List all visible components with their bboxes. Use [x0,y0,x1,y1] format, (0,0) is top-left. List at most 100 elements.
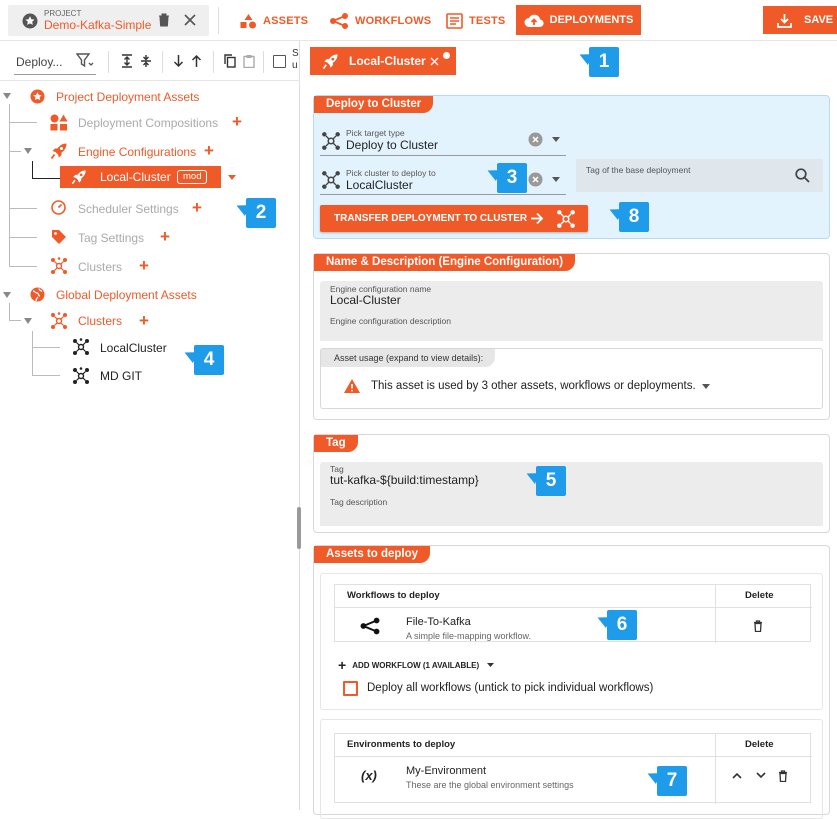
move-down-icon[interactable] [756,772,766,779]
project-section-label[interactable]: Project Deployment Assets [56,90,199,104]
transfer-button-label: TRANSFER DEPLOYMENT TO CLUSTER [334,213,528,224]
project-star-icon [30,89,45,104]
filter-select[interactable]: Deploy... [14,51,96,75]
cluster-icon [51,257,67,274]
assets-panel-title: Assets to deploy [314,546,431,563]
local-cluster-label: Local-Cluster [100,170,171,184]
plus-icon: + [338,657,347,673]
tag-desc-label: Tag description [330,497,388,507]
tree-line [9,104,10,266]
search-icon[interactable] [795,168,810,183]
filter-icon[interactable] [76,53,94,69]
show-checkbox[interactable] [273,55,286,68]
nav-assets-label: ASSETS [263,15,309,27]
nav-tests[interactable]: TESTS [446,9,505,33]
tree-line [9,237,37,238]
config-desc-label: Engine configuration description [330,316,451,326]
global-section-label[interactable]: Global Deployment Assets [56,288,197,302]
sidebar-item-local-cluster[interactable]: Local-Cluster mod [60,166,221,188]
workflow-icon [360,617,380,635]
arrow-down-icon[interactable] [173,54,184,68]
delete-icon[interactable] [753,620,763,632]
cluster-icon [322,171,340,189]
caret-down-icon[interactable] [3,292,11,298]
workflows-section: Workflows to deploy Delete File-To-Kafka… [320,573,823,710]
workflow-name: File-To-Kafka [406,616,471,628]
sidebar-item-global-clusters[interactable]: Clusters [78,314,122,328]
cluster-icon [73,338,89,355]
target-type-select[interactable]: Pick target type Deploy to Cluster [320,124,566,156]
callout-8: 8 [619,202,649,232]
paste-icon[interactable] [243,54,255,68]
sidebar-item-md-git[interactable]: MD GIT [100,369,142,383]
nav-deployments-label: DEPLOYMENTS [549,14,634,26]
add-tag-button[interactable]: + [160,228,170,245]
project-caption: PROJECT [44,9,82,18]
add-composition-button[interactable]: + [232,113,242,130]
editor-tab[interactable]: Local-Cluster [310,47,456,75]
add-engine-config-button[interactable]: + [204,142,214,159]
nav-assets[interactable]: ASSETS [240,9,308,33]
tag-field[interactable]: Tag tut-kafka-${build:timestamp} Tag des… [320,462,823,526]
asset-usage-box[interactable]: Asset usage (expand to view details): Th… [320,348,823,409]
caret-down-icon[interactable] [24,318,32,324]
dropdown-arrow-icon [487,663,495,667]
trash-icon[interactable] [158,13,170,27]
cluster-icon [557,210,575,228]
nav-workflows-label: WORKFLOWS [355,15,432,27]
toolbar-divider [108,51,109,73]
delete-icon[interactable] [778,770,788,782]
expand-all-icon[interactable] [121,54,133,68]
nav-workflows[interactable]: WORKFLOWS [329,9,431,33]
config-name-field[interactable]: Engine configuration name Local-Cluster … [320,281,823,341]
tag-panel-title: Tag [314,435,358,452]
project-star-icon [22,13,38,29]
compositions-icon [50,114,68,131]
workflow-row[interactable]: File-To-Kafka A simple file-mapping work… [335,608,715,643]
add-workflow-button[interactable]: + ADD WORKFLOW (1 AVAILABLE) [338,657,495,673]
sidebar-item-localcluster[interactable]: LocalCluster [100,341,167,355]
close-icon[interactable] [430,57,439,66]
close-icon[interactable] [184,14,196,26]
caret-down-icon[interactable] [228,175,236,180]
deploy-all-checkbox[interactable] [343,681,358,696]
warning-icon [344,379,360,393]
caret-down-icon[interactable] [3,93,11,99]
cluster-icon [322,132,340,150]
sidebar-item-tag-settings[interactable]: Tag Settings [78,231,144,245]
callout-3: 3 [497,163,527,193]
save-button[interactable]: SAVE [763,6,837,34]
dropdown-arrow-icon[interactable] [552,137,560,142]
cluster-select[interactable]: Pick cluster to deploy to LocalCluster [320,163,566,195]
add-scheduler-button[interactable]: + [192,199,202,216]
clear-icon[interactable] [528,172,543,187]
workflow-icon [330,13,348,29]
cloud-upload-icon [524,14,544,27]
arrow-up-icon[interactable] [191,54,202,68]
copy-icon[interactable] [224,54,236,68]
sidebar-item-clusters[interactable]: Clusters [78,260,122,274]
add-global-cluster-button[interactable]: + [139,312,149,329]
base-tag-search-field[interactable]: Tag of the base deployment [576,159,823,192]
toolbar-divider-4 [263,51,264,73]
expand-arrow-icon[interactable] [702,384,710,389]
editor-tab-label: Local-Cluster [349,54,426,68]
callout-2: 2 [246,198,276,228]
add-cluster-button[interactable]: + [139,257,149,274]
sidebar-item-compositions[interactable]: Deployment Compositions [78,116,218,130]
dropdown-arrow-icon[interactable] [552,177,560,182]
deploy-panel-title: Deploy to Cluster [314,96,434,113]
arrow-right-icon [531,212,544,225]
resize-handle[interactable] [297,507,301,549]
collapse-all-icon[interactable] [140,54,152,68]
move-up-icon[interactable] [732,772,742,779]
transfer-deployment-button[interactable]: TRANSFER DEPLOYMENT TO CLUSTER [320,205,588,232]
asset-usage-text: This asset is used by 3 other assets, wo… [371,380,696,392]
project-tab[interactable]: PROJECT Demo-Kafka-Simple [8,5,209,36]
caret-down-icon[interactable] [24,148,32,154]
nav-deployments[interactable]: DEPLOYMENTS [516,5,641,35]
sidebar-item-scheduler[interactable]: Scheduler Settings [78,202,179,216]
clear-icon[interactable] [528,132,543,147]
sidebar-item-engine-configurations[interactable]: Engine Configurations [78,145,196,159]
cluster-select-label: Pick cluster to deploy to [346,168,436,178]
